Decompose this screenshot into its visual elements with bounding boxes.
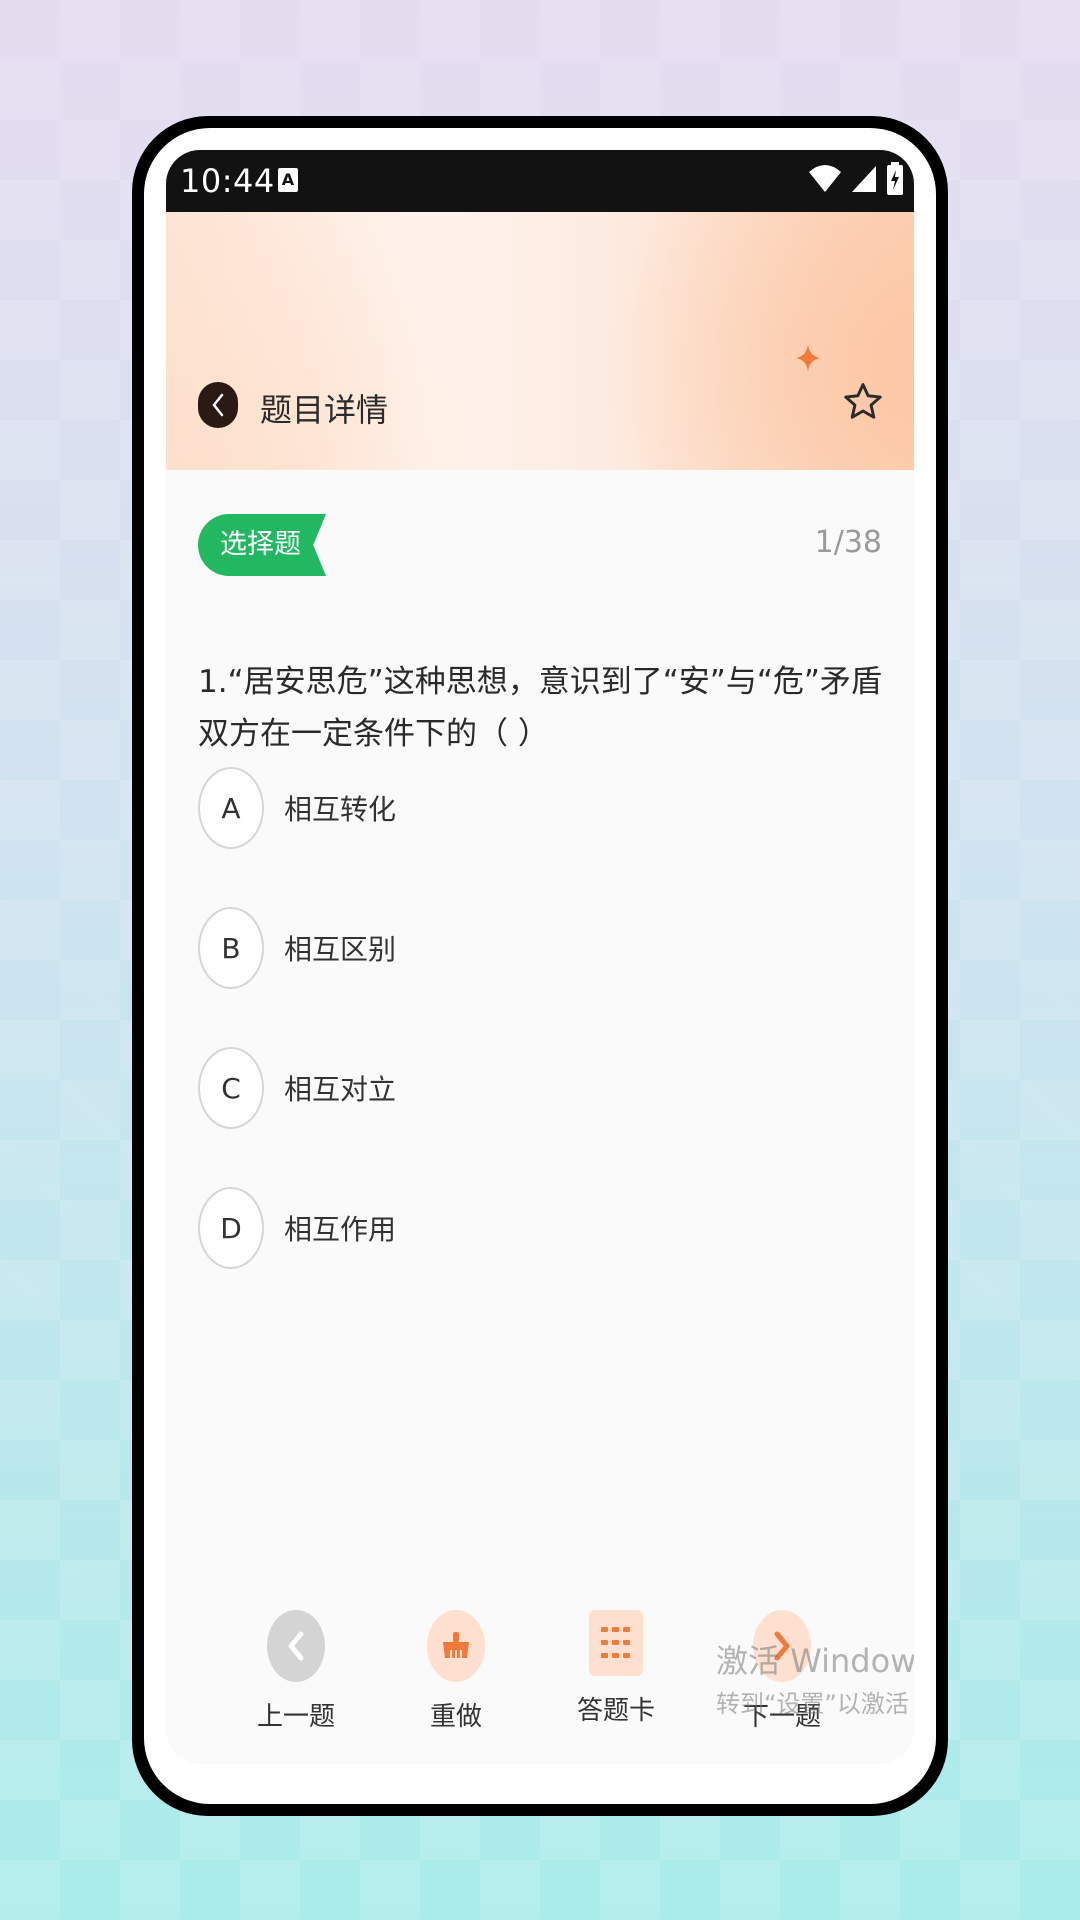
option-c[interactable]: C 相互对立 — [198, 1044, 798, 1132]
option-b[interactable]: B 相互区别 — [198, 904, 798, 992]
redo-button[interactable]: 重做 — [386, 1610, 526, 1733]
signal-icon — [852, 166, 876, 192]
phone-bezel: 10:44 A 题目详情 选择题 1/38 1.“居安思危”这种思想，意识到了“… — [144, 128, 936, 1804]
option-label: 相互转化 — [284, 793, 397, 826]
option-letter: D — [198, 1187, 264, 1269]
app-screen: 10:44 A 题目详情 选择题 1/38 1.“居安思危”这种思想，意识到了“… — [166, 150, 914, 1764]
notification-a-icon: A — [278, 168, 298, 192]
chevron-left-icon — [267, 1610, 325, 1682]
phone-frame: 10:44 A 题目详情 选择题 1/38 1.“居安思危”这种思想，意识到了“… — [132, 116, 948, 1816]
watermark-line1: 激活 Windows — [716, 1642, 914, 1680]
battery-icon — [887, 162, 903, 195]
prev-question-button[interactable]: 上一题 — [226, 1610, 366, 1733]
sparkle-icon — [796, 344, 820, 372]
option-letter: A — [198, 767, 264, 849]
favorite-star-icon[interactable] — [841, 380, 885, 424]
answer-card-label: 答题卡 — [576, 1696, 655, 1726]
grid-icon — [589, 1610, 643, 1676]
broom-icon — [427, 1610, 485, 1682]
option-label: 相互区别 — [284, 933, 397, 966]
wifi-icon — [809, 165, 841, 192]
back-button[interactable] — [198, 382, 238, 428]
question-text: 1.“居安思危”这种思想，意识到了“安”与“危”矛盾双方在一定条件下的（ ） — [198, 664, 882, 752]
question-type-badge: 选择题 — [198, 514, 326, 576]
redo-label: 重做 — [429, 1702, 482, 1732]
option-letter: C — [198, 1047, 264, 1129]
page-header: 题目详情 — [166, 212, 914, 470]
watermark-line2: 转到“设置”以激活 Windows。 — [716, 1690, 914, 1718]
option-a[interactable]: A 相互转化 — [198, 764, 798, 852]
option-label: 相互对立 — [284, 1073, 397, 1106]
question-progress: 1/38 — [814, 525, 882, 560]
answer-card-button[interactable]: 答题卡 — [546, 1610, 686, 1727]
status-time: 10:44 — [180, 162, 275, 200]
status-icons — [808, 162, 904, 196]
option-label: 相互作用 — [284, 1213, 397, 1246]
chevron-left-icon — [212, 393, 224, 417]
option-letter: B — [198, 907, 264, 989]
status-bar: 10:44 A — [166, 150, 914, 212]
prev-question-label: 上一题 — [256, 1702, 335, 1732]
page-title: 题目详情 — [260, 391, 389, 429]
option-d[interactable]: D 相互作用 — [198, 1184, 798, 1272]
windows-activation-watermark: 激活 Windows 转到“设置”以激活 Windows。 — [716, 1636, 914, 1719]
